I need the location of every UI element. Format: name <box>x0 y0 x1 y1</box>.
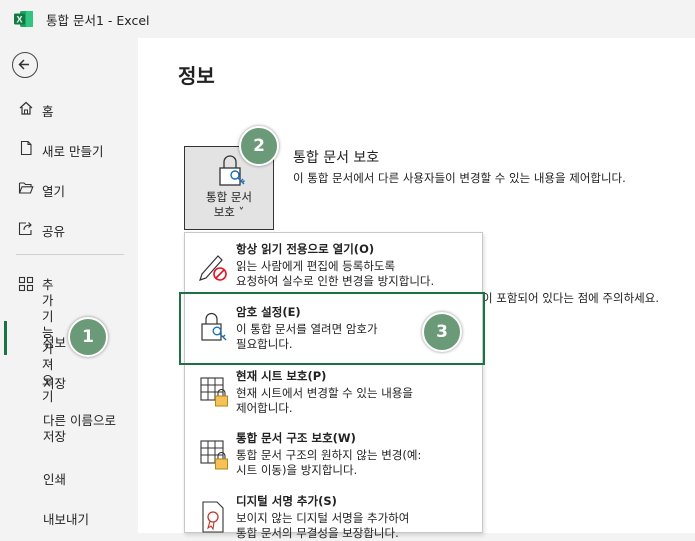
step-badge-3: 3 <box>422 312 462 352</box>
menu-item-description: 보이지 않는 디지털 서명을 추가하여 통합 문서의 무결성을 보장합니다. <box>236 511 410 540</box>
page-title: 정보 <box>178 64 215 88</box>
sidebar-item-label: 공유 <box>42 224 66 239</box>
section-description: 이 통합 문서에서 다른 사용자들이 변경할 수 있는 내용을 제어합니다. <box>293 171 626 185</box>
sheet-lock-icon <box>200 377 228 407</box>
menu-item-description: 통합 문서 구조의 원하지 않는 변경(예: 시트 이동)을 방지합니다. <box>236 448 422 477</box>
window-title: 통합 문서1 - Excel <box>46 13 150 28</box>
share-icon <box>18 222 32 236</box>
new-document-icon <box>20 140 32 156</box>
sidebar-item-save[interactable]: 저장 <box>43 373 66 392</box>
addins-grid-icon <box>18 276 34 292</box>
menu-item-title: 통합 문서 구조 보호(W) <box>236 431 356 445</box>
info-partial-text: 이 포함되어 있다는 점에 주의하세요. <box>482 291 659 305</box>
digital-signature-icon <box>202 501 224 533</box>
pencil-blocked-icon <box>199 255 227 281</box>
workbook-structure-lock-icon <box>200 440 228 470</box>
sidebar-item-print[interactable]: 인쇄 <box>43 469 66 488</box>
home-icon <box>19 101 33 115</box>
arrow-left-icon <box>18 59 29 70</box>
step-badge-1: 1 <box>68 317 108 357</box>
sidebar-item-label: 홈 <box>42 104 54 119</box>
sidebar-item-label: 열기 <box>42 184 66 199</box>
menu-item-description: 읽는 사람에게 편집에 등록하도록 요청하여 실수로 인한 변경을 방지합니다. <box>236 259 435 288</box>
folder-open-icon <box>18 182 34 194</box>
sidebar-item-save-as[interactable]: 다른 이름으로 저장 <box>43 413 116 445</box>
menu-item-title: 항상 읽기 전용으로 열기(O) <box>236 242 375 256</box>
active-indicator <box>4 321 7 355</box>
menu-item-title: 디지털 서명 추가(S) <box>236 494 337 508</box>
menu-item-title: 현재 시트 보호(P) <box>236 369 327 383</box>
protect-workbook-label: 통합 문서 보호 ˅ <box>206 190 252 219</box>
svg-text:X: X <box>16 15 22 25</box>
menu-item-description: 현재 시트에서 변경할 수 있는 내용을 제어합니다. <box>236 386 413 415</box>
excel-logo-icon: X <box>14 11 33 27</box>
section-heading: 통합 문서 보호 <box>293 150 380 166</box>
sidebar-item-label: 새로 만들기 <box>42 144 104 159</box>
back-button[interactable] <box>12 52 38 78</box>
sidebar-divider <box>16 254 124 255</box>
sidebar-item-info[interactable]: 정보 <box>43 332 66 351</box>
step-badge-2: 2 <box>239 126 279 166</box>
sidebar-item-export[interactable]: 내보내기 <box>43 509 89 528</box>
